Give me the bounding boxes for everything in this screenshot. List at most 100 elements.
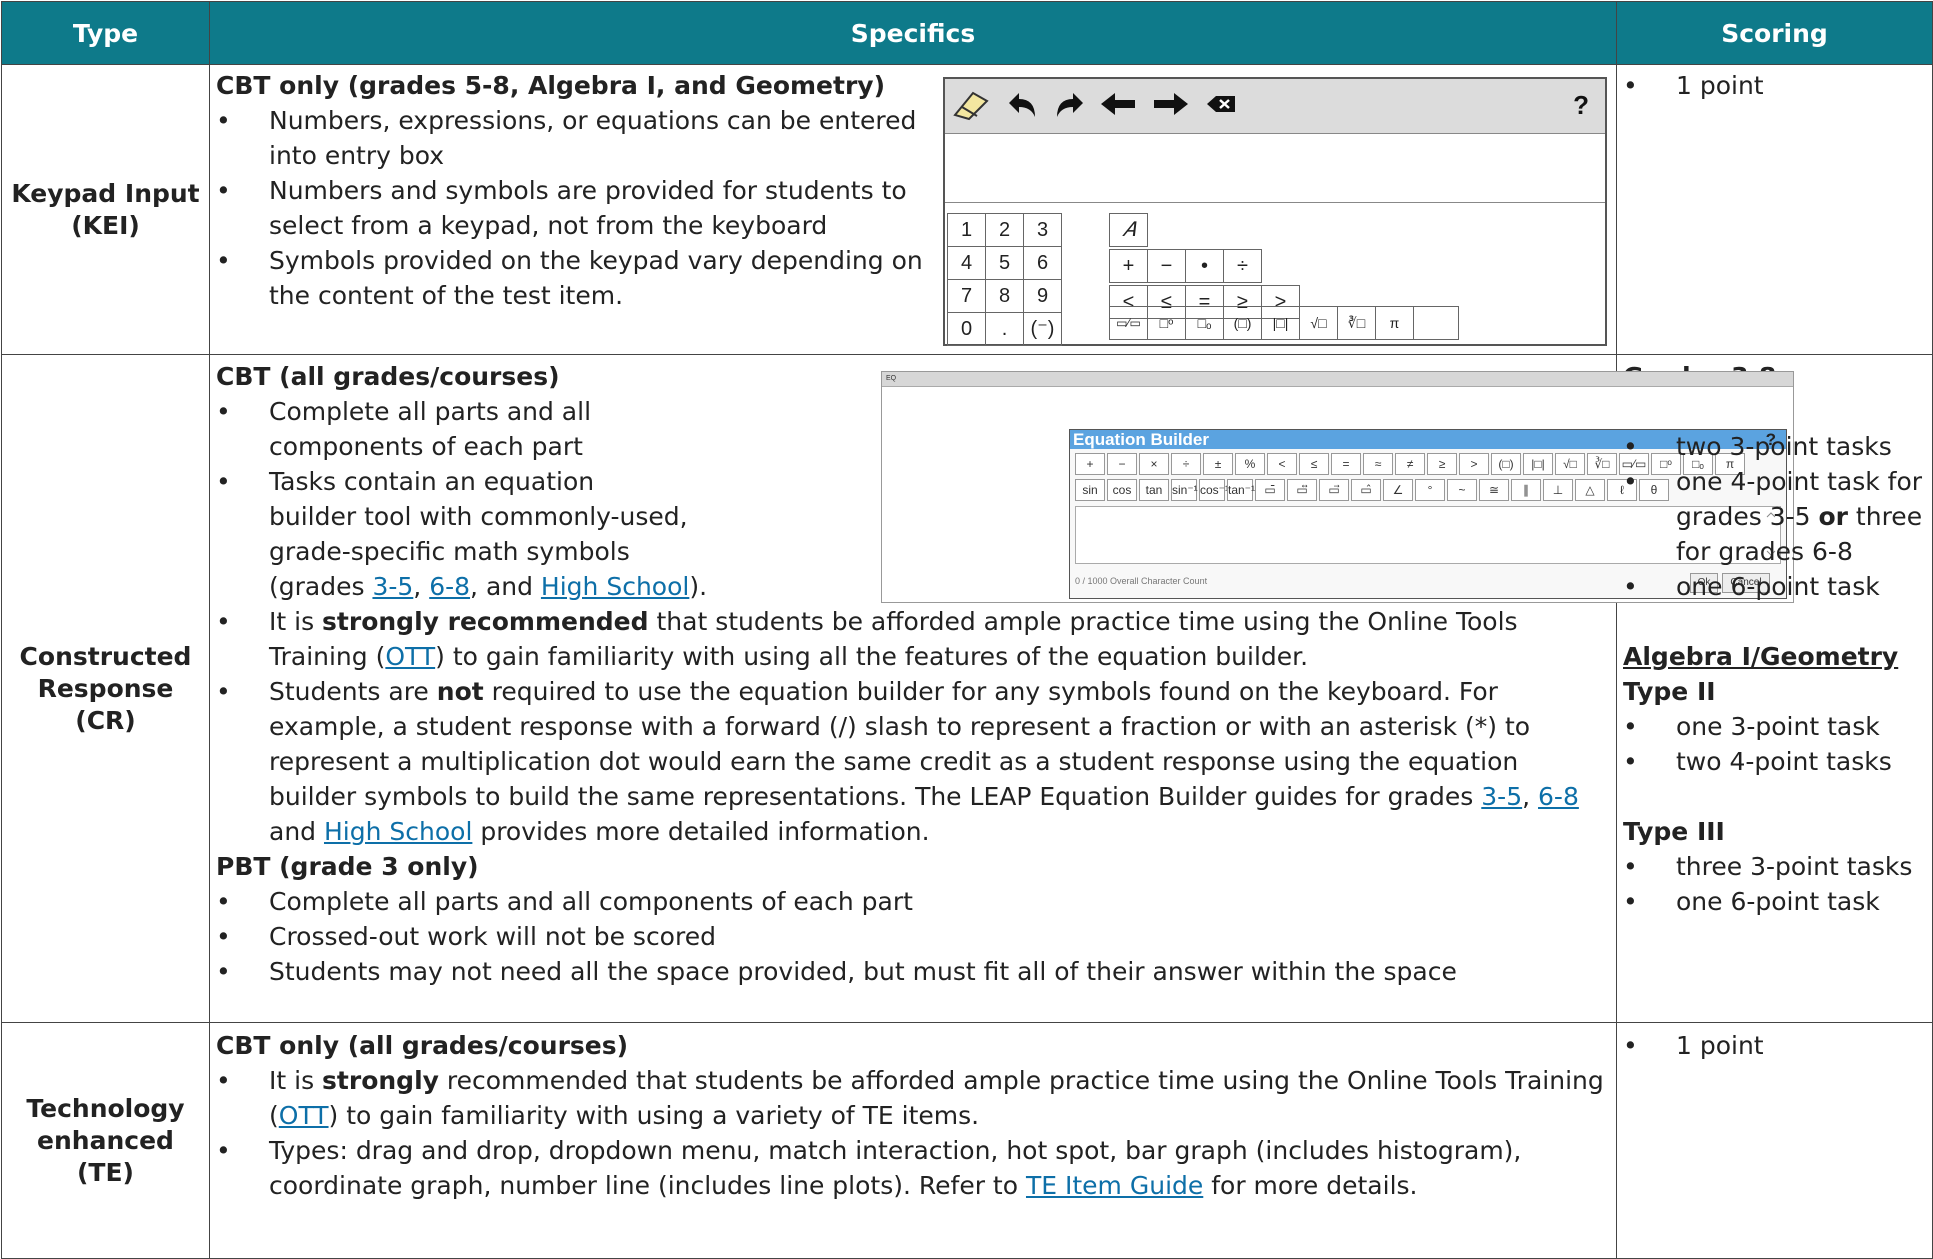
eraser-icon[interactable] — [951, 87, 991, 130]
key-subscript[interactable]: □ₒ — [1185, 306, 1224, 340]
key-8[interactable]: 8 — [985, 279, 1024, 313]
scoring-type-ii-list: one 3-point task two 4-point tasks — [1623, 709, 1926, 779]
eq-symbol-button[interactable]: √□ — [1555, 453, 1585, 475]
key-parentheses[interactable]: (□) — [1223, 306, 1262, 340]
eq-symbol-button[interactable]: ▭⃗ — [1319, 479, 1349, 501]
list-item: one 4-point task for grades 3-5 or three… — [1623, 464, 1926, 569]
keypad-variable-grid: 𝐴 — [1109, 213, 1148, 247]
eq-symbol-button[interactable]: sin⁻¹ — [1171, 479, 1198, 501]
type-technology-enhanced-label: Technology enhanced (TE) — [26, 1093, 185, 1187]
eq-symbol-button[interactable]: ⊥ — [1543, 479, 1573, 501]
link-guide-6-8[interactable]: 6-8 — [429, 572, 470, 601]
eq-symbol-button[interactable]: ÷ — [1171, 453, 1201, 475]
eq-symbol-button[interactable]: ≤ — [1299, 453, 1329, 475]
link-guide-3-5[interactable]: 3-5 — [372, 572, 413, 601]
eq-symbol-button[interactable]: ▭̄ — [1255, 479, 1285, 501]
eq-symbol-button[interactable]: tan⁻¹ — [1227, 479, 1255, 501]
arrow-left-icon[interactable] — [1097, 87, 1139, 130]
keypad-number-grid: 123 456 789 0. (⁻) — [947, 213, 1062, 346]
link-ott[interactable]: OTT — [385, 642, 435, 671]
eq-symbol-button[interactable]: − — [1107, 453, 1137, 475]
key-plus[interactable]: + — [1109, 249, 1148, 283]
header-row: Type Specifics Scoring — [1, 1, 1933, 65]
key-7[interactable]: 7 — [947, 279, 986, 313]
eq-symbol-button[interactable]: < — [1267, 453, 1297, 475]
eq-symbol-button[interactable]: ± — [1203, 453, 1233, 475]
key-2[interactable]: 2 — [985, 213, 1024, 247]
undo-icon[interactable] — [1003, 87, 1041, 130]
keypad-operator-grid: + − • ÷ — [1109, 249, 1262, 283]
keypad-entry-box[interactable] — [945, 134, 1605, 203]
eq-symbol-button[interactable]: ≅ — [1479, 479, 1509, 501]
eq-symbol-button[interactable]: = — [1331, 453, 1361, 475]
key-exponent[interactable]: □ᵒ — [1147, 306, 1186, 340]
eq-symbol-button[interactable]: + — [1075, 453, 1105, 475]
equation-builder-title: Equation Builder — [1073, 430, 1209, 449]
cr-bullet-2-close: ). — [689, 572, 708, 601]
scoring-grades-3-8-list: two 3-point tasks one 4-point task for g… — [1623, 429, 1926, 604]
eq-symbol-button[interactable]: ~ — [1447, 479, 1477, 501]
scoring-type-iii: Type III — [1623, 817, 1725, 846]
cr-bullet-1-text: Complete all parts and all components of… — [269, 397, 592, 461]
key-6[interactable]: 6 — [1023, 246, 1062, 280]
key-dot[interactable]: • — [1185, 249, 1224, 283]
eq-symbol-button[interactable]: ≠ — [1395, 453, 1425, 475]
eq-symbol-button[interactable]: sin — [1075, 479, 1105, 501]
eq-symbol-button[interactable]: ≥ — [1427, 453, 1457, 475]
key-4[interactable]: 4 — [947, 246, 986, 280]
arrow-right-icon[interactable] — [1150, 87, 1192, 130]
eq-symbol-button[interactable]: cos⁻¹ — [1199, 479, 1229, 501]
key-0[interactable]: 0 — [947, 312, 986, 346]
eq-symbol-button[interactable]: > — [1459, 453, 1489, 475]
key-minus[interactable]: − — [1147, 249, 1186, 283]
list-item: 1 point — [1623, 1028, 1926, 1063]
key-3[interactable]: 3 — [1023, 213, 1062, 247]
link-ott[interactable]: OTT — [279, 1101, 329, 1130]
specifics-constructed-response: CBT (all grades/courses) Complete all pa… — [209, 354, 1794, 1023]
backspace-icon[interactable] — [1203, 87, 1241, 130]
key-square-root[interactable]: √□ — [1299, 306, 1338, 340]
key-fraction[interactable]: ▭⁄▭ — [1109, 306, 1148, 340]
eq-symbol-button[interactable]: × — [1139, 453, 1169, 475]
eq-symbol-button[interactable]: tan — [1139, 479, 1169, 501]
list-item: Numbers, expressions, or equations can b… — [216, 103, 926, 173]
eq-symbol-button[interactable]: △ — [1575, 479, 1605, 501]
list-item: 1 point — [1623, 68, 1926, 103]
key-5[interactable]: 5 — [985, 246, 1024, 280]
key-decimal[interactable]: . — [985, 312, 1024, 346]
row-technology-enhanced: Technology enhanced (TE) CBT only (all g… — [1, 1022, 1933, 1259]
redo-icon[interactable] — [1051, 87, 1089, 130]
link-guide-high-school[interactable]: High School — [541, 572, 689, 601]
link-te-item-guide[interactable]: TE Item Guide — [1026, 1171, 1203, 1200]
eq-symbol-button[interactable]: % — [1235, 453, 1265, 475]
key-pi[interactable]: π — [1375, 306, 1414, 340]
eq-symbol-button[interactable]: ° — [1415, 479, 1445, 501]
cr-bullet-2-sep-1: , — [413, 572, 430, 601]
eq-symbol-button[interactable]: ∠ — [1383, 479, 1413, 501]
eq-symbol-button[interactable]: |□| — [1523, 453, 1553, 475]
list-item: It is strongly recommended that students… — [216, 1063, 1610, 1133]
key-variable-a[interactable]: 𝐴 — [1109, 213, 1148, 247]
eq-symbol-button[interactable]: ▭⃡ — [1287, 479, 1317, 501]
link-guide-high-school[interactable]: High School — [324, 817, 472, 846]
eq-symbol-button[interactable]: ≈ — [1363, 453, 1393, 475]
key-9[interactable]: 9 — [1023, 279, 1062, 313]
help-icon[interactable]: ? — [1573, 87, 1589, 123]
key-absolute-value[interactable]: |□| — [1261, 306, 1300, 340]
eq-symbol-button[interactable]: ∛□ — [1587, 453, 1617, 475]
keypad-widget: ? 123 456 789 0. (⁻) 𝐴 + − • ÷ < ≤ = ≥ >… — [943, 77, 1607, 346]
key-1[interactable]: 1 — [947, 213, 986, 247]
specifics-keypad-input: CBT only (grades 5-8, Algebra I, and Geo… — [209, 64, 1617, 355]
eq-symbol-button[interactable]: cos — [1107, 479, 1137, 501]
cr-pbt-bullets: Complete all parts and all components of… — [216, 884, 1610, 989]
eq-symbol-button[interactable]: (□) — [1491, 453, 1521, 475]
scoring-type-ii: Type II — [1623, 677, 1716, 706]
key-cube-root[interactable]: ∛□ — [1337, 306, 1376, 340]
eq-symbol-button[interactable]: ▭̂ — [1351, 479, 1381, 501]
key-divide[interactable]: ÷ — [1223, 249, 1262, 283]
key-negative[interactable]: (⁻) — [1023, 312, 1062, 346]
te-heading: CBT only (all grades/courses) — [216, 1031, 629, 1060]
link-guide-3-5[interactable]: 3-5 — [1481, 782, 1522, 811]
eq-symbol-button[interactable]: ∥ — [1511, 479, 1541, 501]
link-guide-6-8[interactable]: 6-8 — [1538, 782, 1579, 811]
